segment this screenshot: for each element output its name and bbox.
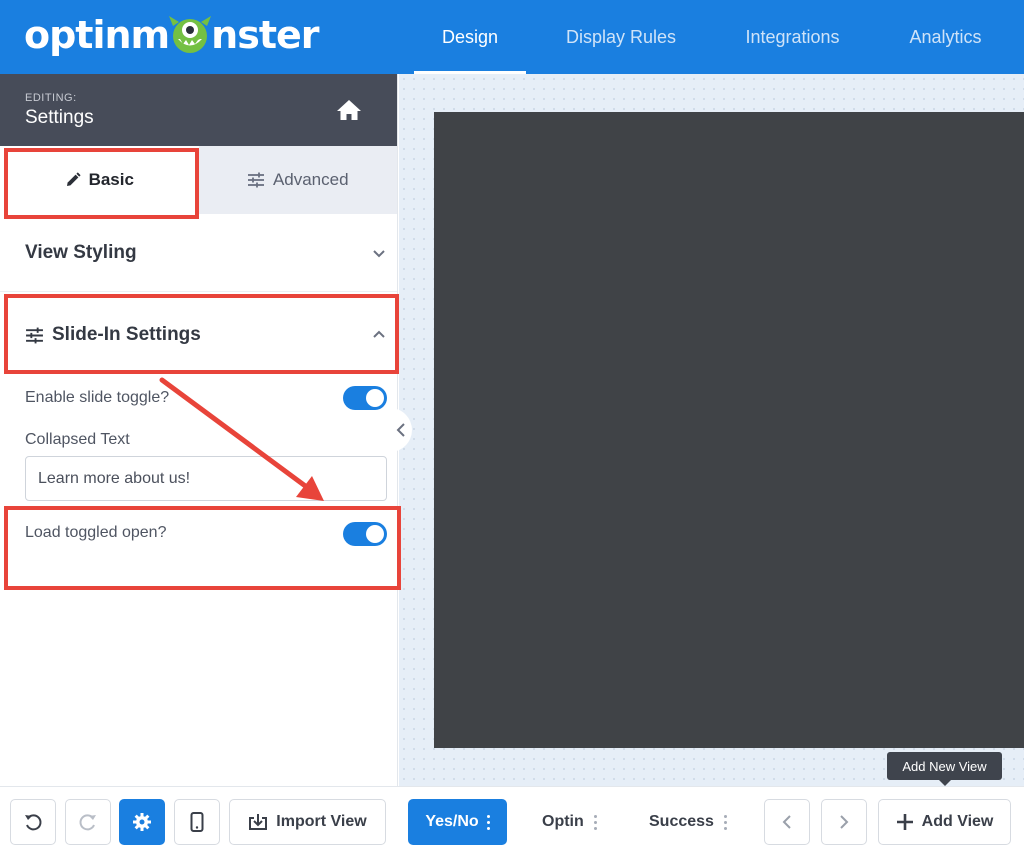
next-view-button[interactable] <box>821 799 867 845</box>
view-tab-success[interactable]: Success <box>649 799 727 845</box>
load-toggled-open-label: Load toggled open? <box>25 524 167 541</box>
mobile-preview-button[interactable] <box>174 799 220 845</box>
chevron-down-icon <box>373 249 385 257</box>
collapsed-text-input[interactable]: Learn more about us! <box>25 456 387 501</box>
gear-icon <box>133 813 151 831</box>
view-styling-title: View Styling <box>25 241 137 263</box>
sliders-icon <box>247 172 264 188</box>
editing-title: Settings <box>25 107 94 128</box>
slide-in-settings-heading: Slide-In Settings <box>25 324 201 346</box>
plus-icon <box>896 814 913 830</box>
campaign-preview[interactable] <box>434 112 1024 748</box>
view-options-icon[interactable] <box>593 814 597 830</box>
import-view-label: Import View <box>276 813 367 830</box>
view-tab-optin-label: Optin <box>542 813 584 830</box>
view-tab-yes-no[interactable]: Yes/No <box>408 799 507 845</box>
optinmonster-logo[interactable]: optinm nster <box>24 12 320 58</box>
nav-tab-analytics[interactable]: Analytics <box>869 0 1022 74</box>
chevron-left-icon <box>396 423 405 437</box>
add-new-view-tooltip: Add New View <box>887 752 1002 786</box>
previous-view-button[interactable] <box>764 799 810 845</box>
tab-advanced[interactable]: Advanced <box>199 146 398 214</box>
sliders-icon <box>26 327 43 343</box>
tab-basic[interactable]: Basic <box>0 146 199 214</box>
home-icon[interactable] <box>336 98 362 122</box>
redo-icon <box>79 814 96 831</box>
import-view-button[interactable]: Import View <box>229 799 386 845</box>
logo-text-right: nster <box>211 13 319 57</box>
monster-mascot-icon <box>169 16 212 53</box>
view-options-icon[interactable] <box>723 814 727 830</box>
import-icon <box>249 814 268 830</box>
bottom-toolbar: Import View Yes/No Optin Success Add Vie… <box>0 786 1024 851</box>
view-tab-success-label: Success <box>649 813 714 830</box>
undo-icon <box>25 814 42 831</box>
enable-slide-toggle-label: Enable slide toggle? <box>25 389 170 406</box>
collapsed-text-label: Collapsed Text <box>25 431 130 448</box>
view-tab-yes-no-label: Yes/No <box>425 813 479 830</box>
view-tab-optin[interactable]: Optin <box>542 799 597 845</box>
enable-slide-toggle-switch[interactable] <box>343 386 387 410</box>
view-styling-section[interactable]: View Styling <box>0 214 397 292</box>
nav-tab-display-rules[interactable]: Display Rules <box>526 0 716 74</box>
redo-button[interactable] <box>65 799 111 845</box>
load-toggled-open-switch[interactable] <box>343 522 387 546</box>
nav-tab-integrations[interactable]: Integrations <box>716 0 869 74</box>
editing-kicker: EDITING: <box>25 92 77 104</box>
add-view-label: Add View <box>921 813 994 830</box>
view-options-icon[interactable] <box>486 814 490 830</box>
settings-subtabs: Basic Advanced <box>0 146 397 214</box>
tab-advanced-label: Advanced <box>272 170 349 189</box>
slide-in-settings-section[interactable]: Slide-In Settings <box>0 292 397 378</box>
pencil-icon <box>66 172 81 186</box>
settings-button[interactable] <box>119 799 165 845</box>
chevron-left-icon <box>782 815 791 829</box>
slide-in-settings-title: Slide-In Settings <box>52 324 201 345</box>
chevron-right-icon <box>840 815 849 829</box>
logo-text-left: optinm <box>24 13 170 57</box>
tab-basic-label: Basic <box>88 170 134 189</box>
main-nav: Design Display Rules Integrations Analyt… <box>414 0 1022 74</box>
editing-header: EDITING: Settings <box>0 74 397 146</box>
top-bar: optinm nster Design Display Rules Integr… <box>0 0 1024 74</box>
add-view-button[interactable]: Add View <box>878 799 1011 845</box>
nav-tab-design[interactable]: Design <box>414 0 526 74</box>
chevron-up-icon <box>373 330 385 338</box>
undo-button[interactable] <box>10 799 56 845</box>
mobile-phone-icon <box>190 812 204 832</box>
